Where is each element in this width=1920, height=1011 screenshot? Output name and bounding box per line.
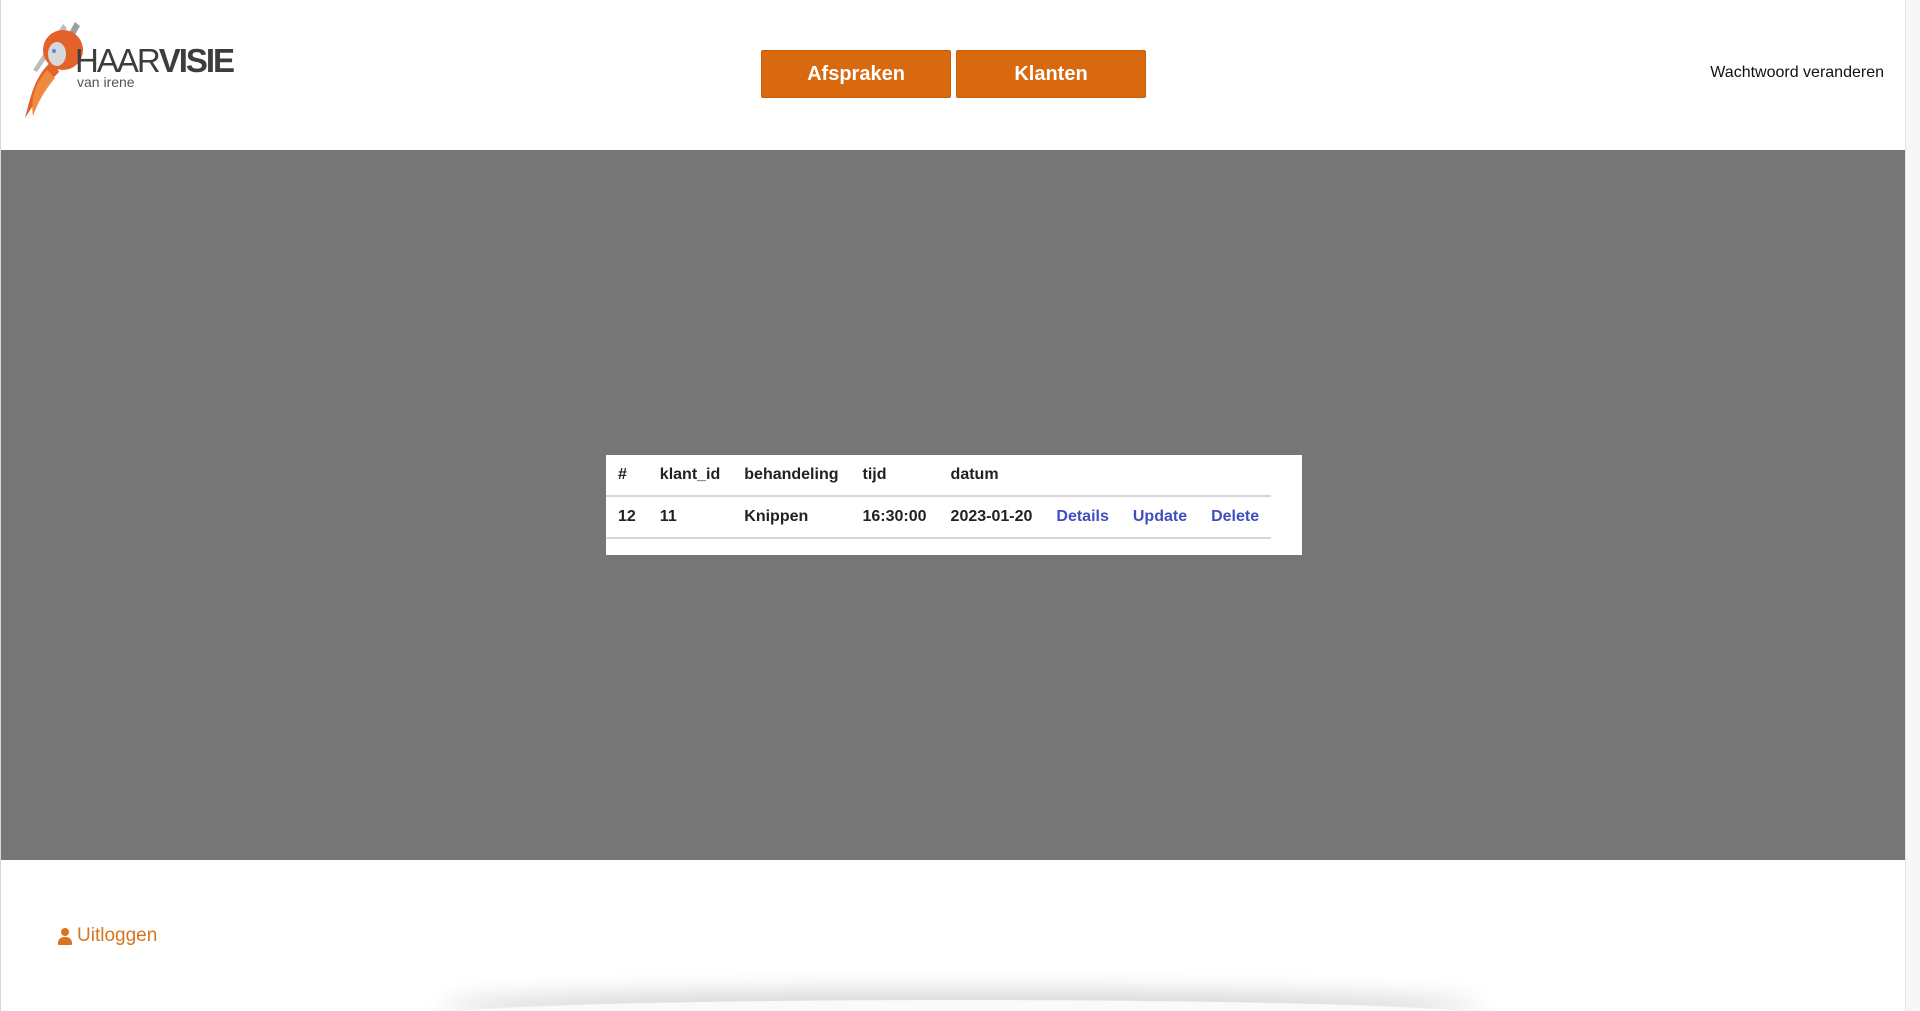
afspraken-button[interactable]: Afspraken <box>761 50 951 98</box>
details-link[interactable]: Details <box>1044 495 1121 539</box>
cell-id: 12 <box>606 495 648 539</box>
brand-logo[interactable]: HAARVISIE van irene <box>23 20 235 120</box>
cell-behandeling: Knippen <box>732 495 851 539</box>
page: HAARVISIE van irene Afspraken Klanten Wa… <box>0 0 1905 1011</box>
footer: Uitloggen <box>1 860 1905 1011</box>
appointments-table-card: # klant_id behandeling tijd datum 12 11 <box>606 455 1302 555</box>
appointments-table: # klant_id behandeling tijd datum 12 11 <box>606 455 1272 539</box>
logo-wordmark-bold: VISIE <box>158 42 235 79</box>
table-row: 12 11 Knippen 16:30:00 2023-01-20 Detail… <box>606 495 1272 539</box>
logo-subtitle: van irene <box>77 74 135 90</box>
logout-label: Uitloggen <box>77 925 158 946</box>
table-header-row: # klant_id behandeling tijd datum <box>606 455 1271 496</box>
logo-wordmark: HAARVISIE <box>75 42 235 79</box>
column-header-datum: datum <box>950 466 999 483</box>
column-header-empty <box>1121 455 1199 496</box>
column-header-behandeling: behandeling <box>744 466 839 483</box>
delete-link[interactable]: Delete <box>1199 495 1272 539</box>
cell-klant-id: 11 <box>647 495 733 539</box>
column-header-empty <box>1199 455 1271 496</box>
column-header-id: # <box>618 466 627 483</box>
column-header-klant-id: klant_id <box>659 466 721 483</box>
user-icon <box>58 927 72 945</box>
cell-tijd: 16:30:00 <box>850 495 939 539</box>
logout-link[interactable]: Uitloggen <box>58 925 157 947</box>
page-scrollbar[interactable] <box>1905 0 1920 1011</box>
main-panel: # klant_id behandeling tijd datum 12 11 <box>1 150 1905 860</box>
change-password-link[interactable]: Wachtwoord veranderen <box>1710 64 1884 82</box>
update-link[interactable]: Update <box>1120 495 1200 539</box>
klanten-button[interactable]: Klanten <box>956 50 1146 98</box>
column-header-tijd: tijd <box>862 466 887 483</box>
column-header-empty <box>1044 455 1120 496</box>
header: HAARVISIE van irene Afspraken Klanten Wa… <box>1 0 1905 150</box>
cell-datum: 2023-01-20 <box>938 495 1045 539</box>
